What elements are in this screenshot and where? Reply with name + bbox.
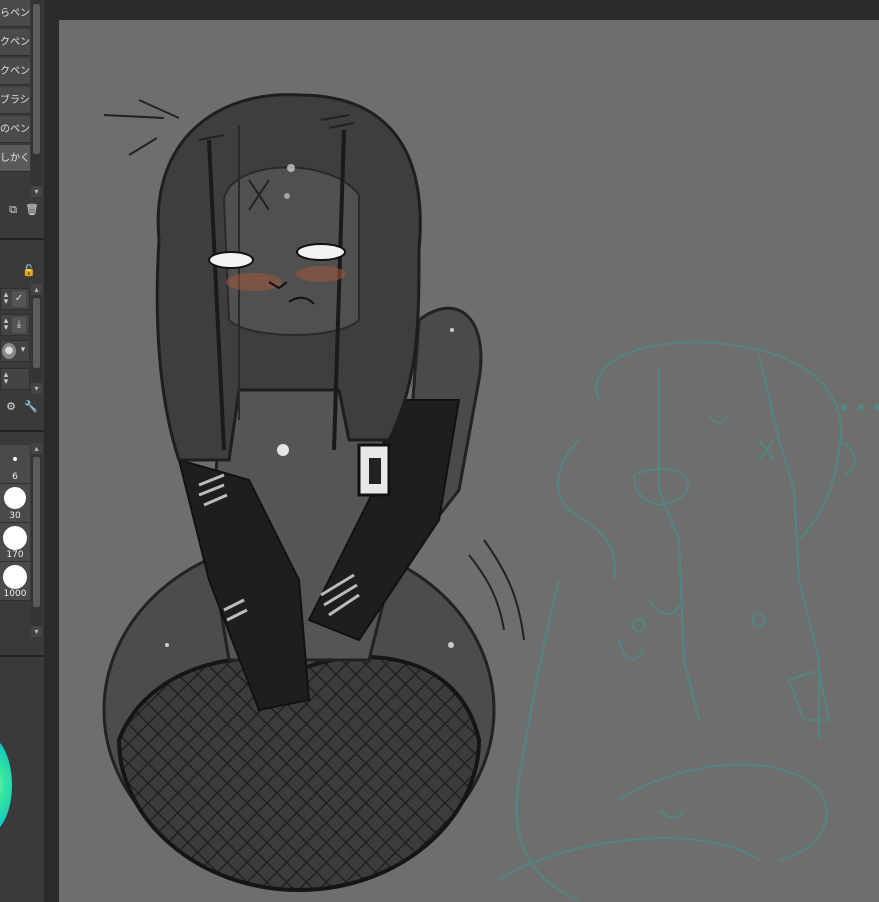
sketch-dots	[841, 404, 879, 410]
copy-subtool-icon[interactable]: ⧉	[6, 203, 20, 217]
lock-icon[interactable]: 🔓	[22, 264, 36, 278]
scroll-thumb[interactable]	[33, 457, 40, 607]
panel-divider	[0, 430, 44, 432]
color-wheel[interactable]	[0, 735, 12, 835]
property-row-download[interactable]: ▴ ▾ ⤓	[0, 314, 30, 336]
canvas-area	[44, 0, 879, 902]
download-icon[interactable]: ⤓	[12, 317, 26, 333]
scroll-down-arrow-icon[interactable]: ▾	[31, 626, 42, 637]
drawing-canvas[interactable]	[59, 20, 879, 902]
brush-size-item[interactable]: 1000	[0, 562, 30, 601]
brush-size-item[interactable]: 6	[0, 445, 30, 484]
scroll-thumb[interactable]	[33, 4, 40, 154]
scroll-down-arrow-icon[interactable]: ▾	[31, 383, 42, 394]
brush-size-item[interactable]: 170	[0, 523, 30, 562]
settings-icon[interactable]: ⚙	[4, 400, 18, 414]
anti-alias-icon[interactable]: ●	[2, 343, 16, 359]
subtool-list: らペン クペン クペン ブラシ のペン しかく	[0, 0, 30, 174]
left-panel: らペン クペン クペン ブラシ のペン しかく ▾ ⧉ 🗑 🔓 ▴ ▾ ✓ ▴ ▾ …	[0, 0, 44, 902]
brush-dot	[4, 487, 26, 509]
property-row-stabilization[interactable]: ▴ ▾ ✓	[0, 288, 30, 310]
brush-size-scrollbar[interactable]: ▴ ▾	[31, 443, 42, 638]
panel-divider	[0, 238, 44, 240]
brush-size-label: 6	[12, 472, 18, 482]
brush-size-label: 170	[6, 550, 24, 560]
subtool-item-5[interactable]: のペン	[0, 116, 30, 143]
wrench-icon[interactable]: 🔧	[24, 400, 38, 414]
brush-size-label: 30	[9, 511, 21, 521]
panel-divider	[0, 655, 44, 657]
stabilization-icon[interactable]: ✓	[12, 291, 26, 307]
artwork	[102, 93, 879, 901]
subtool-scrollbar[interactable]: ▾	[31, 0, 42, 198]
character-figure	[102, 93, 525, 893]
spin-icon[interactable]: ▴ ▾	[1, 371, 11, 387]
property-scrollbar[interactable]: ▴ ▾	[31, 284, 42, 394]
scroll-up-arrow-icon[interactable]: ▴	[31, 284, 42, 295]
scroll-down-arrow-icon[interactable]: ▾	[31, 186, 42, 197]
brush-size-item[interactable]: 30	[0, 484, 30, 523]
scroll-up-arrow-icon[interactable]: ▴	[31, 443, 42, 454]
subtool-item-4[interactable]: ブラシ	[0, 87, 30, 114]
brush-dot	[3, 565, 27, 589]
brush-dot	[13, 457, 17, 461]
scroll-thumb[interactable]	[33, 298, 40, 368]
brush-size-label: 1000	[3, 589, 27, 599]
spin-icon[interactable]: ▴ ▾	[1, 317, 11, 333]
subtool-item-6[interactable]: しかく	[0, 145, 30, 172]
subtool-item-2[interactable]: クペン	[0, 29, 30, 56]
spin-icon[interactable]: ▴ ▾	[1, 291, 11, 307]
property-row-extra[interactable]: ▴ ▾	[0, 368, 30, 390]
property-row-anti-alias[interactable]: ● ▾	[0, 340, 30, 362]
delete-subtool-icon[interactable]: 🗑	[25, 203, 39, 217]
subtool-item-1[interactable]: らペン	[0, 0, 30, 27]
sketch-layer	[498, 341, 856, 901]
subtool-item-3[interactable]: クペン	[0, 58, 30, 85]
dropdown-chevron-icon[interactable]: ▾	[18, 346, 28, 355]
brush-dot	[3, 526, 27, 550]
